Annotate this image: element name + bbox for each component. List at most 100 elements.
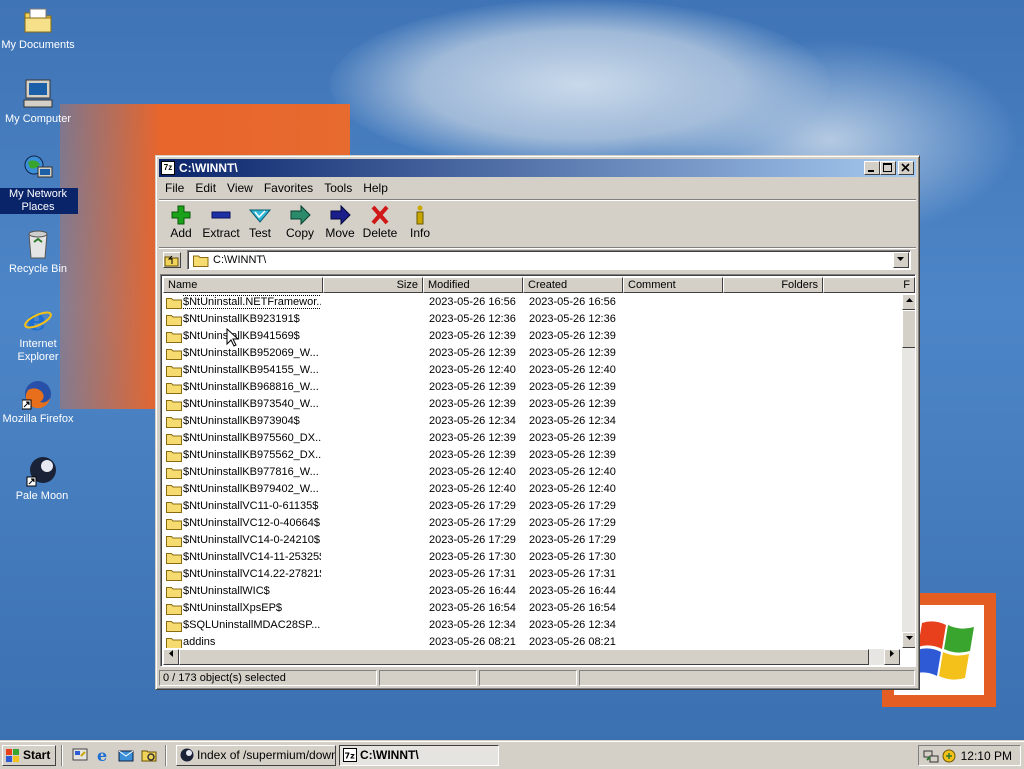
status-packed <box>479 670 577 686</box>
quick-launch-ie-icon[interactable]: e <box>95 746 111 765</box>
menu-favorites[interactable]: Favorites <box>258 179 318 195</box>
address-dropdown-button[interactable] <box>893 252 909 268</box>
table-row[interactable]: $NtUninstallXpsEP$ 2023-05-26 16:54 2023-0… <box>163 600 900 617</box>
desktop-icon-my-computer[interactable]: My Computer <box>0 78 78 126</box>
menu-bar: File Edit View Favorites Tools Help <box>159 179 916 197</box>
column-name[interactable]: Name <box>163 277 323 293</box>
maximize-icon <box>883 163 892 172</box>
menu-help[interactable]: Help <box>357 179 393 195</box>
delete-x-icon <box>371 205 389 225</box>
desktop-icon-my-documents[interactable]: My Documents <box>0 4 78 52</box>
minimize-button[interactable] <box>864 161 880 175</box>
desktop-icon-label: Pale Moon <box>15 490 69 502</box>
minimize-icon <box>868 170 874 172</box>
file-created: 2023-05-26 08:21 <box>529 636 616 648</box>
table-row[interactable]: $NtUninstallVC12-0-40664$ 2023-05-26 17:2… <box>163 515 900 532</box>
menu-edit[interactable]: Edit <box>189 179 221 195</box>
file-modified: 2023-05-26 12:39 <box>429 347 516 359</box>
file-list: Name Size Modified Created Comment Folde… <box>160 274 916 667</box>
scroll-down-button[interactable] <box>902 632 915 648</box>
recycle-bin-icon <box>22 228 54 260</box>
network-tray-icon[interactable] <box>923 748 939 764</box>
volume-tray-icon[interactable] <box>941 748 957 764</box>
table-row[interactable]: $NtUninstallKB954155_W... 2023-05-26 12:4… <box>163 362 900 379</box>
column-comment[interactable]: Comment <box>623 277 723 293</box>
task-browser[interactable]: Index of /supermium/down... <box>176 745 336 766</box>
table-row[interactable]: $NtUninstallKB979402_W... 2023-05-26 12:4… <box>163 481 900 498</box>
file-name: $NtUninstallKB941569$ <box>183 330 300 342</box>
table-row[interactable]: $NtUninstallVC11-0-61135$ 2023-05-26 17:2… <box>163 498 900 515</box>
task-file-manager[interactable]: 7z C:\WINNT\ <box>339 745 499 766</box>
table-row[interactable]: $NtUninstallKB975562_DX... 2023-05-26 12:… <box>163 447 900 464</box>
desktop-icon-network-places[interactable]: My Network Places <box>0 153 78 214</box>
desktop-icon-label: My Computer <box>4 113 72 125</box>
table-row[interactable]: $NtUninstallKB952069_W... 2023-05-26 12:3… <box>163 345 900 362</box>
table-row[interactable]: $NtUninstallKB923191$ 2023-05-26 12:36 202… <box>163 311 900 328</box>
table-row[interactable]: $SQLUninstallMDAC28SP... 2023-05-26 12:34… <box>163 617 900 634</box>
file-name: $NtUninstallVC14.22-27821$ <box>183 568 321 580</box>
scroll-left-button[interactable] <box>163 649 179 665</box>
menu-tools[interactable]: Tools <box>318 179 357 195</box>
test-button[interactable]: Test <box>240 204 280 240</box>
column-modified[interactable]: Modified <box>423 277 523 293</box>
start-button[interactable]: Start <box>2 745 56 766</box>
add-button[interactable]: Add <box>161 204 201 240</box>
title-bar[interactable]: 7z C:\WINNT\ <box>159 159 916 177</box>
table-row[interactable]: $NtUninstallVC14-0-24210$ 2023-05-26 17:2… <box>163 532 900 549</box>
table-row[interactable]: $NtUninstallKB977816_W... 2023-05-26 12:4… <box>163 464 900 481</box>
close-button[interactable] <box>898 161 914 175</box>
file-created: 2023-05-26 17:29 <box>529 500 616 512</box>
table-row[interactable]: $NtUninstallKB975560_DX... 2023-05-26 12:… <box>163 430 900 447</box>
menu-view[interactable]: View <box>221 179 258 195</box>
up-folder-icon <box>164 255 179 267</box>
horizontal-scroll-thumb[interactable] <box>179 649 869 665</box>
address-combobox[interactable]: C:\WINNT\ <box>187 250 911 270</box>
desktop-icon-recycle-bin[interactable]: Recycle Bin <box>0 228 78 276</box>
table-row[interactable]: addins 2023-05-26 08:21 2023-05-26 08:21 <box>163 634 900 648</box>
table-row[interactable]: $NtUninstallKB973904$ 2023-05-26 12:34 202… <box>163 413 900 430</box>
table-row[interactable]: $NtUninstallVC14-11-25325$ 2023-05-26 17:… <box>163 549 900 566</box>
folder-icon <box>166 315 182 326</box>
move-button[interactable]: Move <box>320 204 360 240</box>
folder-icon <box>166 587 182 598</box>
delete-button[interactable]: Delete <box>360 204 400 240</box>
column-size[interactable]: Size <box>323 277 423 293</box>
table-row[interactable]: $NtUninstall.NETFramewor... 2023-05-26 16… <box>163 294 900 311</box>
table-row[interactable]: $NtUninstallKB973540_W... 2023-05-26 12:3… <box>163 396 900 413</box>
file-created: 2023-05-26 16:44 <box>529 585 616 597</box>
show-desktop-icon[interactable] <box>72 747 88 763</box>
column-header: Name Size Modified Created Comment Folde… <box>163 277 915 293</box>
file-created: 2023-05-26 12:40 <box>529 483 616 495</box>
copy-button[interactable]: Copy <box>280 204 320 240</box>
table-row[interactable]: $NtUninstallVC14.22-27821$ 2023-05-26 17:… <box>163 566 900 583</box>
desktop-icon-firefox[interactable]: Mozilla Firefox <box>0 378 78 426</box>
file-created: 2023-05-26 12:39 <box>529 449 616 461</box>
table-row[interactable]: $NtUninstallWIC$ 2023-05-26 16:44 2023-05-… <box>163 583 900 600</box>
arrow-down-icon <box>906 636 913 640</box>
extract-button[interactable]: Extract <box>201 204 241 240</box>
minus-icon <box>211 211 231 219</box>
desktop-icon-internet-explorer[interactable]: e Internet Explorer <box>0 303 78 364</box>
up-folder-button[interactable] <box>163 252 181 268</box>
horizontal-scrollbar[interactable] <box>163 649 900 665</box>
network-places-icon <box>22 153 54 185</box>
file-created: 2023-05-26 12:36 <box>529 313 616 325</box>
quick-launch-outlook-icon[interactable] <box>118 747 134 763</box>
file-name: $SQLUninstallMDAC28SP... <box>183 619 321 631</box>
maximize-button[interactable] <box>880 161 896 175</box>
column-folders[interactable]: Folders <box>723 277 823 293</box>
column-created[interactable]: Created <box>523 277 623 293</box>
scroll-up-button[interactable] <box>902 294 915 310</box>
folder-icon <box>193 255 209 267</box>
info-button[interactable]: Info <box>400 204 440 240</box>
quick-launch-explorer-icon[interactable] <box>141 747 157 763</box>
folder-icon <box>166 604 182 615</box>
table-row[interactable]: $NtUninstallKB968816_W... 2023-05-26 12:3… <box>163 379 900 396</box>
scroll-thumb[interactable] <box>902 310 915 348</box>
vertical-scrollbar[interactable] <box>902 294 915 648</box>
column-files[interactable]: F <box>823 277 915 293</box>
scroll-right-button[interactable] <box>884 649 900 665</box>
menu-file[interactable]: File <box>159 179 189 195</box>
desktop-icon-pale-moon[interactable]: Pale Moon <box>2 455 82 503</box>
table-row[interactable]: $NtUninstallKB941569$ 2023-05-26 12:39 202… <box>163 328 900 345</box>
